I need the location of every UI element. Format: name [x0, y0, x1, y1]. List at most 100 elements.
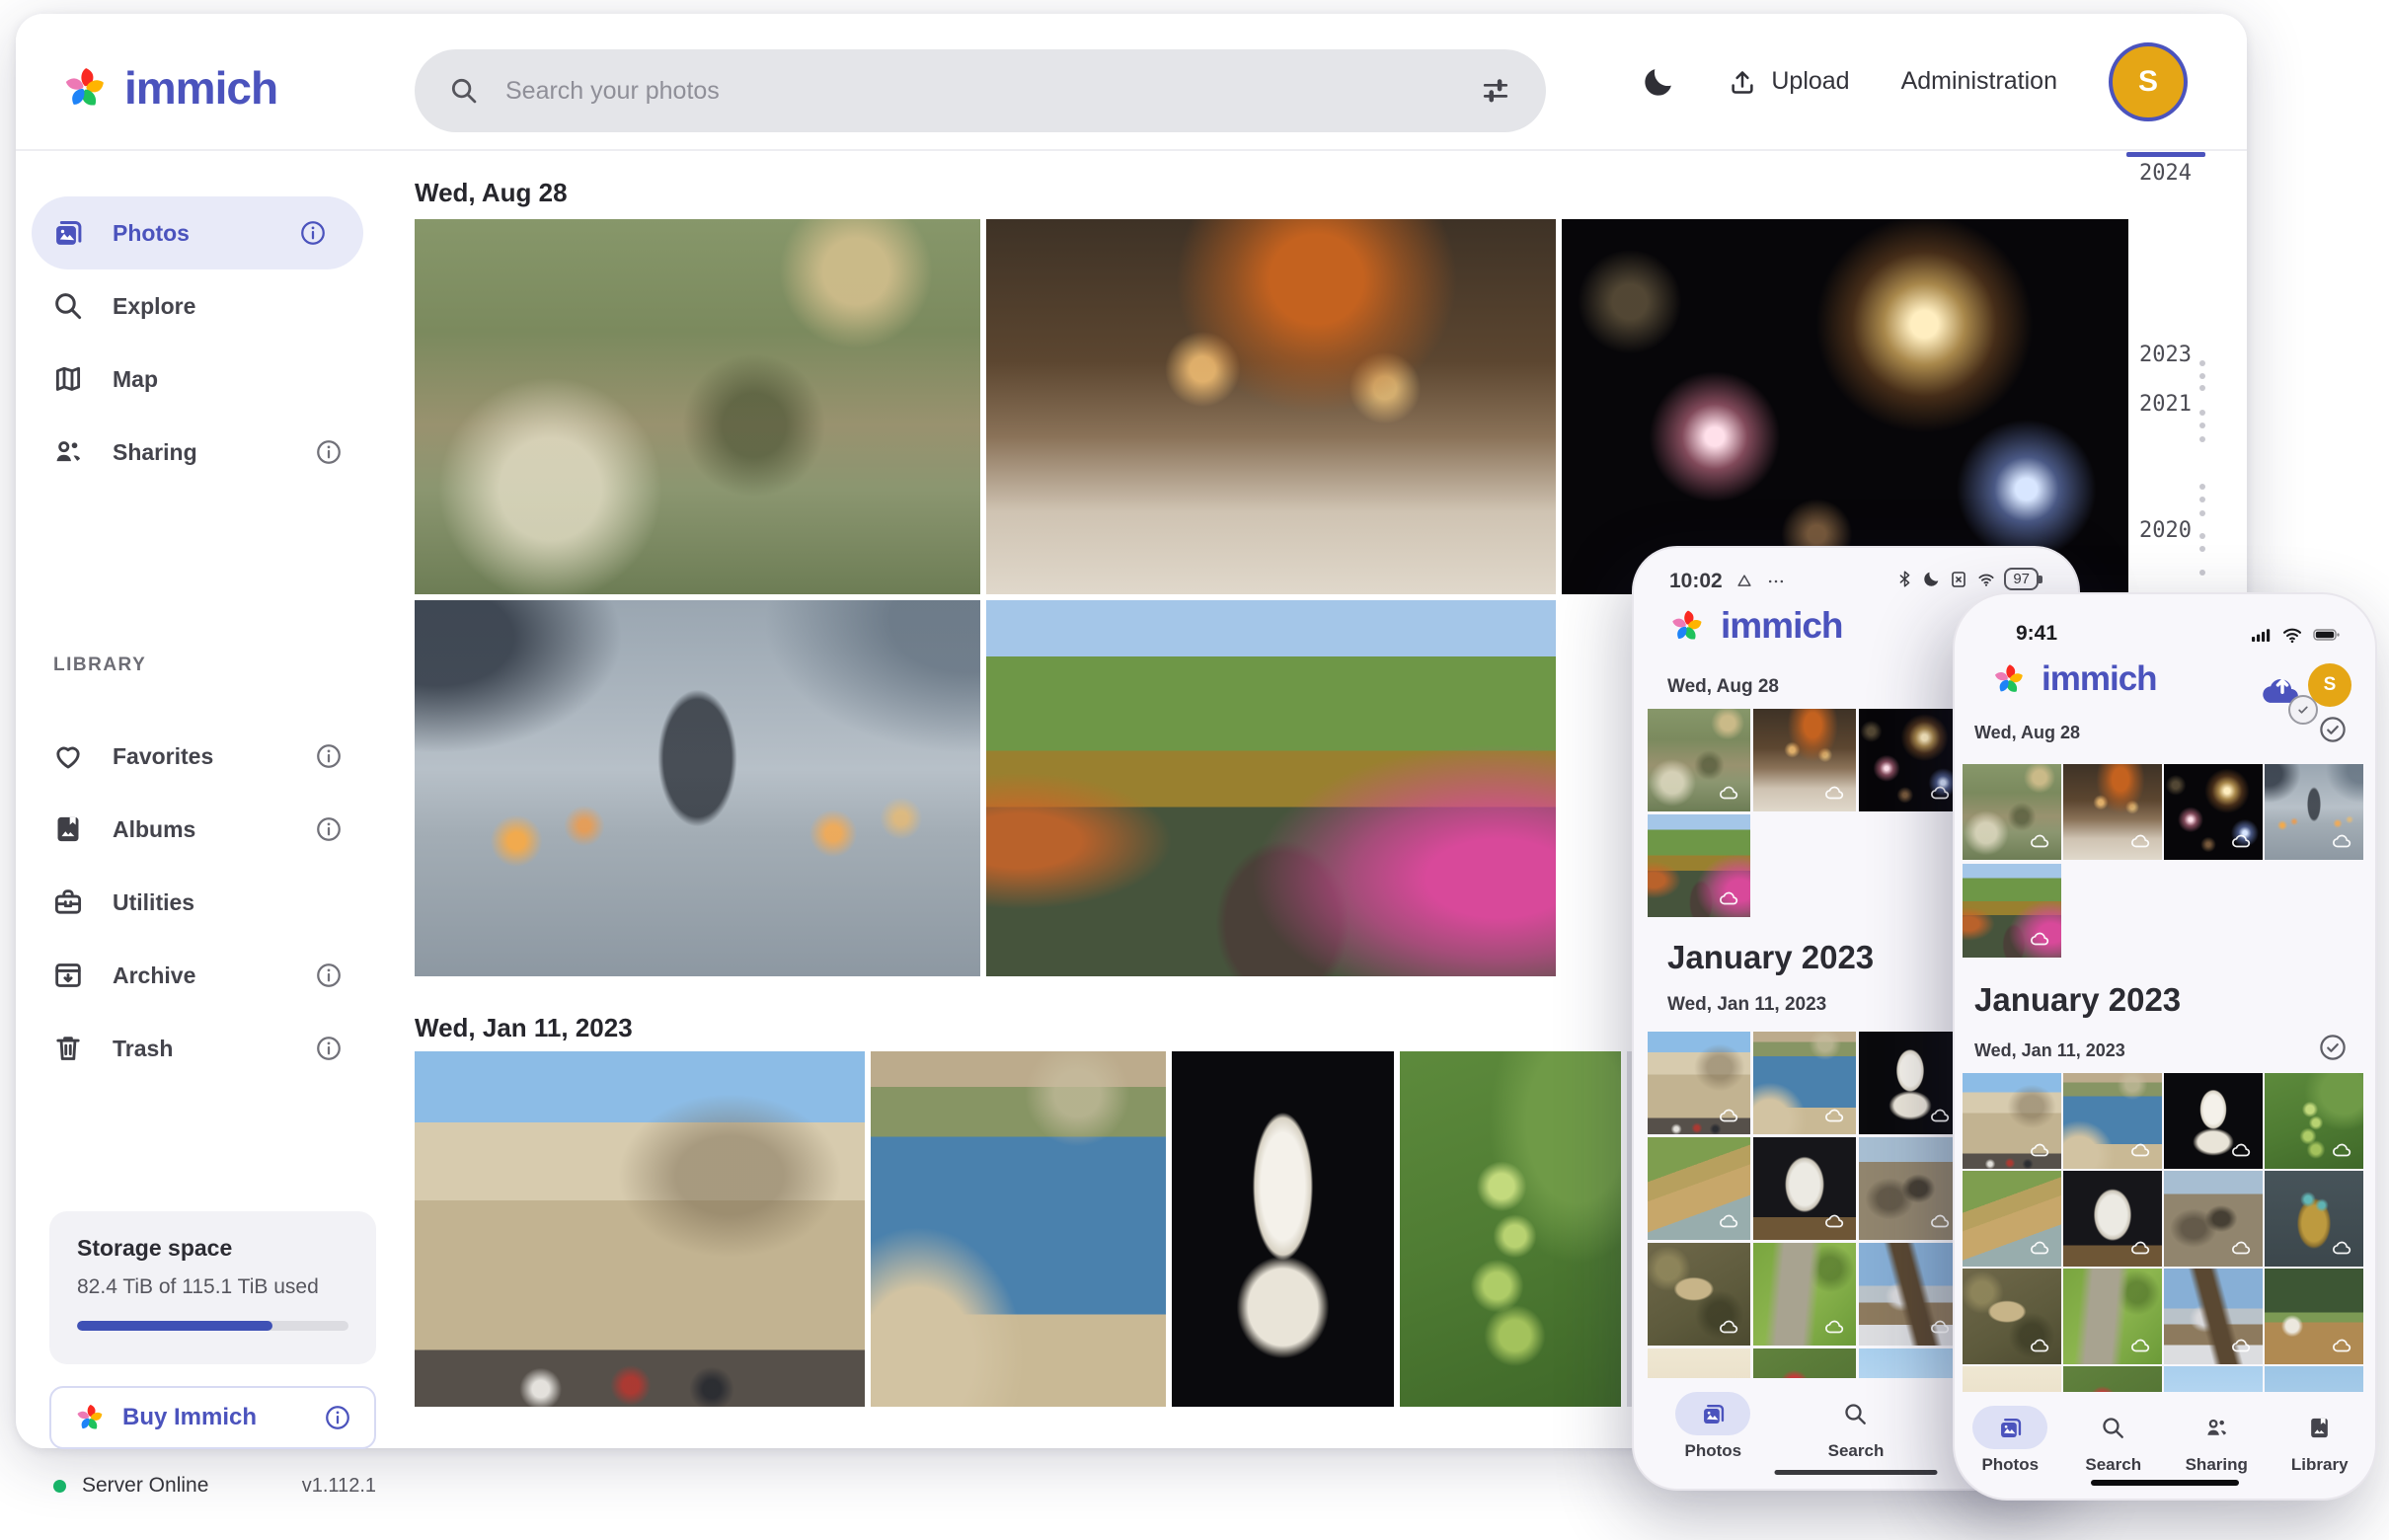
filter-sliders-icon[interactable] [1479, 74, 1512, 108]
cloud-sync-icon[interactable] [2257, 665, 2318, 725]
nav-item-sharing[interactable]: Sharing [2179, 1392, 2254, 1475]
photos-icon [51, 216, 85, 250]
phone-thumb-row [1648, 709, 1962, 811]
sidebar-item-trash[interactable]: Trash [16, 1012, 379, 1085]
nav-item-search[interactable]: Search [2076, 1392, 2151, 1475]
photo-flowers[interactable] [1753, 1348, 1856, 1379]
cloud-icon [1718, 1315, 1741, 1339]
info-icon[interactable] [298, 218, 328, 248]
search-icon [2100, 1415, 2126, 1441]
nav-item-photos[interactable]: Photos [1675, 1378, 1751, 1461]
photo-dinner[interactable] [2063, 764, 2162, 860]
photo-church[interactable] [2164, 1269, 2263, 1364]
check-circle-icon[interactable] [2318, 1033, 2348, 1062]
cloud-icon [1929, 1104, 1953, 1127]
search-input[interactable] [503, 75, 1455, 107]
photo-beige[interactable] [1648, 1348, 1750, 1379]
info-icon[interactable] [314, 1034, 344, 1063]
info-icon[interactable] [314, 437, 344, 467]
sidebar-item-albums[interactable]: Albums [16, 793, 379, 866]
buy-immich-button[interactable]: Buy Immich [49, 1386, 376, 1449]
photo-monkeys[interactable] [415, 219, 980, 594]
photo-fortress[interactable] [1963, 1073, 2061, 1169]
sidebar-item-utilities[interactable]: Utilities [16, 866, 379, 939]
photo-fireworks[interactable] [2164, 764, 2263, 860]
timeline-year-2020[interactable]: 2020 [2103, 518, 2192, 543]
photo-lizard2[interactable] [1753, 1243, 1856, 1346]
sidebar-item-favorites[interactable]: Favorites [16, 720, 379, 793]
info-icon[interactable] [314, 814, 344, 844]
album-icon [51, 812, 85, 846]
info-icon[interactable] [314, 961, 344, 990]
photo-rock[interactable] [1753, 1137, 1856, 1240]
photo-beach[interactable] [1648, 1137, 1750, 1240]
sidebar-item-photos[interactable]: Photos [32, 196, 363, 270]
photo-hands[interactable] [2265, 764, 2363, 860]
no-sim-icon [1949, 570, 1968, 589]
sidebar-item-label: Map [113, 365, 158, 392]
photo-coastal[interactable] [1753, 1032, 1856, 1134]
sidebar-item-sharing[interactable]: Sharing [16, 416, 379, 489]
photo-bust[interactable] [1172, 1051, 1394, 1407]
info-icon[interactable] [314, 741, 344, 771]
sidebar-item-label: Archive [113, 962, 196, 988]
cloud-icon [1718, 1209, 1741, 1233]
nav-item-photos[interactable]: Photos [1972, 1392, 2048, 1475]
photo-berries[interactable] [2265, 1073, 2363, 1169]
photo-church[interactable] [1859, 1243, 1962, 1346]
cloud-icon [1929, 1209, 1953, 1233]
home-indicator[interactable] [1774, 1470, 1938, 1475]
info-icon[interactable] [323, 1403, 352, 1432]
timeline-year-2023[interactable]: 2023 [2103, 343, 2192, 367]
photo-sky[interactable] [1859, 1348, 1962, 1379]
upload-button[interactable]: Upload [1728, 67, 1850, 97]
nav-item-library[interactable]: Library [2282, 1392, 2357, 1475]
photo-beach[interactable] [1963, 1171, 2061, 1267]
home-indicator[interactable] [2091, 1480, 2239, 1486]
photo-farm[interactable] [2265, 1269, 2363, 1364]
administration-link[interactable]: Administration [1901, 67, 2057, 96]
sidebar-item-explore[interactable]: Explore [16, 270, 379, 343]
photo-fortress[interactable] [415, 1051, 865, 1407]
user-avatar[interactable]: S [2109, 41, 2188, 121]
photo-lizard2[interactable] [2063, 1269, 2162, 1364]
immich-logo-icon [59, 62, 111, 114]
dark-mode-toggle[interactable] [1641, 64, 1676, 100]
check-circle-icon[interactable] [2318, 715, 2348, 744]
photo-autumn[interactable] [1963, 864, 2061, 958]
photo-fireworks[interactable] [1562, 219, 2128, 594]
photo-autumn[interactable] [1648, 814, 1750, 917]
photo-monkeys[interactable] [1963, 764, 2061, 860]
photo-dinner[interactable] [1753, 709, 1856, 811]
photo-rock[interactable] [2063, 1171, 2162, 1267]
immich-logo[interactable]: immich [59, 61, 278, 115]
timeline-year-2021[interactable]: 2021 [2103, 392, 2192, 417]
photo-coastal[interactable] [2063, 1073, 2162, 1169]
sidebar-item-map[interactable]: Map [16, 343, 379, 416]
photos-icon [1997, 1415, 2024, 1441]
photo-fortress[interactable] [1648, 1032, 1750, 1134]
immich-logo-icon [1990, 660, 2028, 698]
photo-bust[interactable] [2164, 1073, 2263, 1169]
photo-bust[interactable] [1859, 1032, 1962, 1134]
photo-berries[interactable] [1400, 1051, 1621, 1407]
sidebar-item-label: Utilities [113, 888, 195, 915]
photo-dinner[interactable] [986, 219, 1556, 594]
photo-ruins[interactable] [2164, 1171, 2263, 1267]
bluetooth-icon [1895, 570, 1914, 588]
timeline-year-2024[interactable]: 2024 [2103, 161, 2192, 186]
photo-ruins[interactable] [1859, 1137, 1962, 1240]
search-bar[interactable] [415, 49, 1546, 132]
photo-lizard1[interactable] [1963, 1269, 2061, 1364]
nav-item-search[interactable]: Search [1818, 1378, 1893, 1461]
photo-lizard1[interactable] [1648, 1243, 1750, 1346]
user-avatar[interactable]: S [2308, 663, 2351, 707]
photo-autumn[interactable] [986, 600, 1556, 976]
photo-coastal[interactable] [871, 1051, 1166, 1407]
photo-fireworks[interactable] [1859, 709, 1962, 811]
photo-hands[interactable] [415, 600, 980, 976]
photo-monkeys[interactable] [1648, 709, 1750, 811]
sidebar-item-label: Albums [113, 815, 196, 842]
photo-ornate[interactable] [2265, 1171, 2363, 1267]
sidebar-item-archive[interactable]: Archive [16, 939, 379, 1012]
